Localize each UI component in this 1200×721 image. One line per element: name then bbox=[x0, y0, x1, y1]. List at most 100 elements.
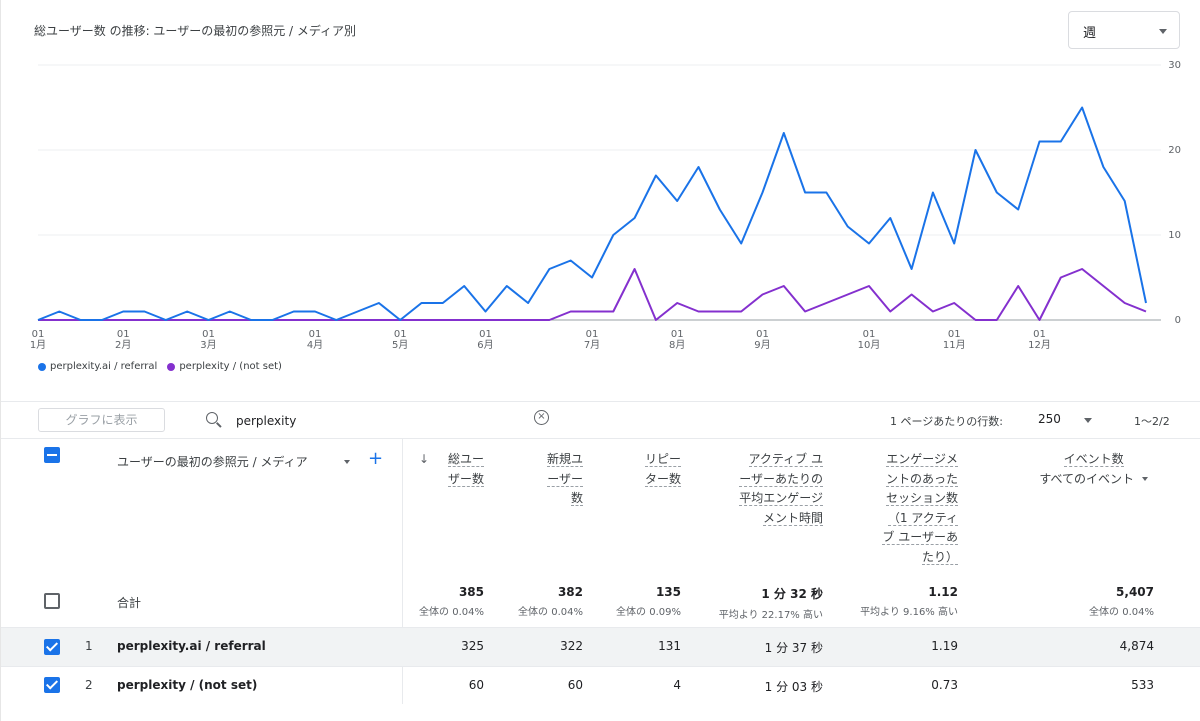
cell-avg-engagement: 1 分 37 秒 bbox=[764, 641, 823, 655]
x-tick-day: 01 bbox=[202, 329, 215, 340]
x-tick-day: 01 bbox=[1033, 329, 1046, 340]
header-total-users-line2: ザー数 bbox=[447, 471, 484, 487]
sort-arrow-icon[interactable]: ↓ bbox=[419, 452, 429, 466]
legend-dot-notset bbox=[167, 362, 176, 371]
x-tick-month: 6月 bbox=[477, 339, 493, 351]
y-tick-label: 0 bbox=[1175, 315, 1181, 326]
chevron-down-icon bbox=[1159, 29, 1167, 34]
totals-total-users-sub: 全体の 0.04% bbox=[419, 607, 484, 618]
x-tick-day: 01 bbox=[863, 329, 876, 340]
header-engaged-line4: （1 アクティ bbox=[887, 510, 958, 526]
header-total-users[interactable]: 総ユー ザー数 bbox=[447, 450, 484, 489]
divider bbox=[1, 401, 1200, 402]
x-tick-month: 10月 bbox=[858, 339, 881, 351]
header-engaged-sessions[interactable]: エンゲージメ ントのあった セッション数 （1 アクティ ブ ユーザーあ たり） bbox=[882, 450, 958, 567]
chevron-down-icon[interactable] bbox=[1084, 418, 1092, 423]
totals-label: 合計 bbox=[117, 596, 142, 610]
x-tick-month: 2月 bbox=[115, 339, 131, 351]
header-returning-line1: リピー bbox=[644, 452, 681, 467]
row-checkbox[interactable] bbox=[44, 639, 60, 655]
totals-engaged-sub: 平均より 9.16% 高い bbox=[860, 607, 958, 618]
period-select-value: 週 bbox=[1083, 26, 1097, 41]
cell-new-users: 322 bbox=[560, 639, 583, 653]
header-new-users-line2: ーザー bbox=[547, 471, 583, 487]
header-engaged-line2: ントのあった bbox=[885, 471, 958, 487]
x-tick-day: 01 bbox=[32, 329, 45, 340]
totals-checkbox[interactable] bbox=[44, 593, 60, 609]
x-tick-day: 01 bbox=[671, 329, 684, 340]
totals-total-users-value: 385 bbox=[458, 585, 484, 599]
header-avg-engagement-line2: ーザーあたりの bbox=[739, 471, 823, 487]
totals-new-users-value: 382 bbox=[557, 585, 583, 599]
header-avg-engagement[interactable]: アクティブ ユ ーザーあたりの 平均エンゲージ メント時間 bbox=[739, 450, 823, 528]
show-in-graph-button[interactable]: グラフに表示 bbox=[38, 408, 165, 432]
period-select[interactable]: 週 bbox=[1068, 11, 1180, 49]
header-returning-users[interactable]: リピー ター数 bbox=[644, 450, 681, 489]
header-events-line2: すべてのイベント bbox=[1039, 471, 1134, 486]
dimension-header[interactable]: ユーザーの最初の参照元 / メディア bbox=[117, 453, 308, 470]
totals-avg-engagement: 1 分 32 秒 平均より 22.17% 高い bbox=[719, 585, 823, 621]
chevron-down-icon[interactable] bbox=[344, 460, 350, 464]
search-icon bbox=[206, 412, 218, 424]
header-engaged-line3: セッション数 bbox=[885, 491, 958, 506]
chevron-down-icon bbox=[1142, 477, 1148, 481]
header-avg-engagement-line3: 平均エンゲージ bbox=[739, 491, 823, 506]
header-new-users-line1: 新規ユ bbox=[546, 452, 583, 467]
cell-events: 533 bbox=[1131, 678, 1154, 692]
row-checkbox[interactable] bbox=[44, 677, 60, 693]
header-engaged-line6: たり） bbox=[921, 549, 958, 565]
chart-legend: perplexity.ai / referral perplexity / (n… bbox=[38, 361, 292, 372]
header-engaged-line1: エンゲージメ bbox=[886, 452, 958, 467]
legend-item-notset[interactable]: perplexity / (not set) bbox=[167, 361, 282, 372]
rows-per-page-select[interactable]: 250 bbox=[1038, 412, 1061, 426]
x-tick-day: 01 bbox=[309, 329, 322, 340]
totals-avg-engagement-value: 1 分 32 秒 bbox=[761, 587, 823, 601]
header-new-users[interactable]: 新規ユ ーザー 数 bbox=[546, 450, 583, 509]
header-engaged-line5: ブ ユーザーあ bbox=[882, 530, 958, 545]
totals-returning: 135 全体の 0.09% bbox=[616, 585, 681, 618]
divider bbox=[1, 438, 1200, 439]
series-line-0 bbox=[37, 106, 1147, 321]
x-tick-day: 01 bbox=[117, 329, 130, 340]
totals-total-users: 385 全体の 0.04% bbox=[419, 585, 484, 618]
cell-new-users: 60 bbox=[567, 678, 583, 692]
header-avg-engagement-line4: メント時間 bbox=[762, 510, 823, 526]
x-tick-day: 01 bbox=[756, 329, 769, 340]
x-tick-month: 11月 bbox=[943, 339, 966, 351]
event-filter-select[interactable]: すべてのイベント bbox=[1039, 470, 1148, 490]
clear-icon[interactable]: × bbox=[534, 410, 549, 425]
x-tick-month: 4月 bbox=[307, 339, 323, 351]
x-tick-month: 12月 bbox=[1028, 339, 1051, 351]
x-tick-month: 1月 bbox=[30, 339, 46, 351]
header-returning-line2: ター数 bbox=[644, 471, 681, 487]
totals-events: 5,407 全体の 0.04% bbox=[1089, 585, 1154, 618]
totals-returning-sub: 全体の 0.09% bbox=[616, 607, 681, 618]
y-tick-label: 10 bbox=[1168, 230, 1181, 241]
header-new-users-line3: 数 bbox=[570, 491, 583, 506]
x-tick-month: 9月 bbox=[754, 339, 770, 351]
line-chart: 0102030011月012月013月014月015月016月017月018月0… bbox=[30, 60, 1181, 351]
report-card: 総ユーザー数 の推移: ユーザーの最初の参照元 / メディア別 週 0 10 20 3… bbox=[0, 0, 1200, 721]
x-tick-month: 8月 bbox=[669, 339, 685, 351]
header-total-users-line1: 総ユー bbox=[447, 452, 484, 467]
row-dimension-value: perplexity / (not set) bbox=[117, 678, 258, 692]
cell-events: 4,874 bbox=[1119, 639, 1154, 653]
x-tick-month: 5月 bbox=[392, 339, 408, 351]
totals-events-value: 5,407 bbox=[1116, 585, 1154, 599]
search-input[interactable] bbox=[234, 410, 518, 432]
x-tick-day: 01 bbox=[948, 329, 961, 340]
header-events[interactable]: イベント数 すべてのイベント bbox=[1039, 450, 1148, 489]
chart-title: 総ユーザー数 の推移: ユーザーの最初の参照元 / メディア別 bbox=[34, 24, 357, 38]
add-dimension-icon[interactable]: + bbox=[368, 450, 383, 468]
divider bbox=[1, 627, 1200, 628]
rows-per-page-label: 1 ページあたりの行数: bbox=[890, 415, 1003, 428]
x-tick-day: 01 bbox=[394, 329, 407, 340]
y-tick-label: 30 bbox=[1168, 60, 1181, 71]
totals-returning-value: 135 bbox=[655, 585, 681, 599]
cell-total-users: 60 bbox=[468, 678, 484, 692]
totals-events-sub: 全体の 0.04% bbox=[1089, 607, 1154, 618]
cell-engaged-sessions: 1.19 bbox=[931, 639, 958, 653]
select-all-checkbox[interactable] bbox=[44, 447, 60, 463]
x-tick-day: 01 bbox=[586, 329, 599, 340]
legend-item-referral[interactable]: perplexity.ai / referral bbox=[38, 361, 157, 372]
